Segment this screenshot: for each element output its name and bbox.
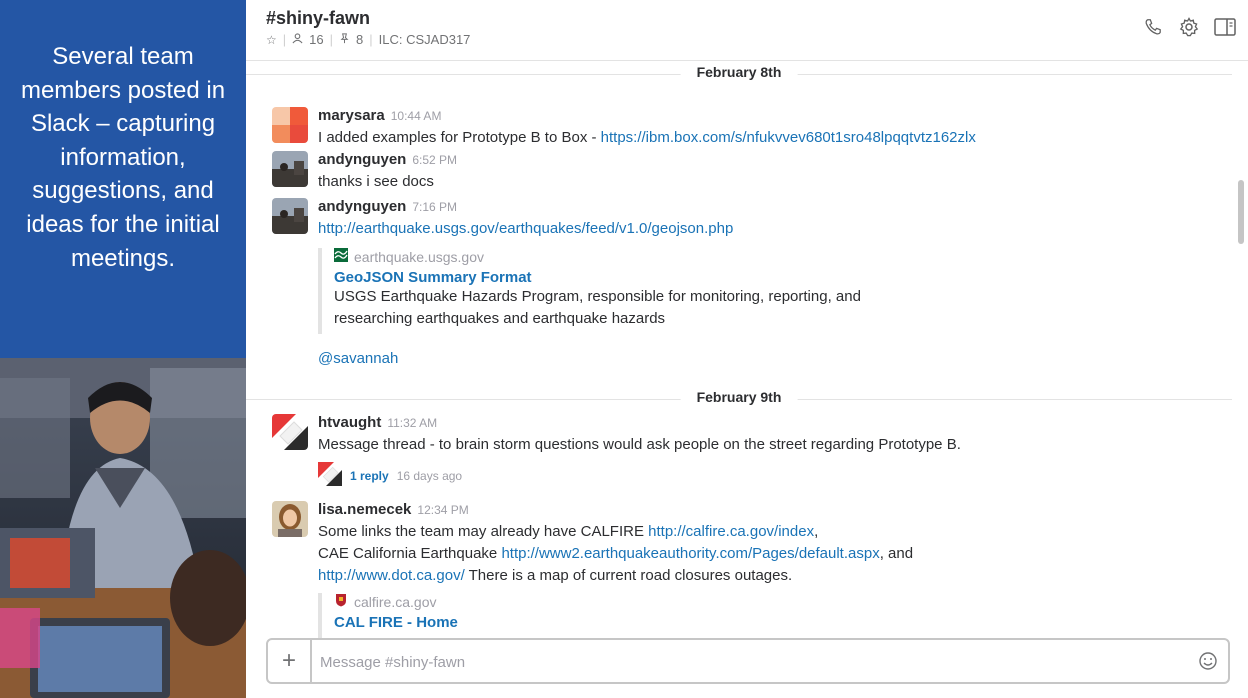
message-text: thanks i see docs xyxy=(318,173,434,190)
message-text: CAE California Earthquake xyxy=(318,545,502,562)
dot-link[interactable]: http://www.dot.ca.gov/ xyxy=(318,567,465,584)
preview-service: calfire.ca.gov xyxy=(354,593,437,610)
emoji-button[interactable] xyxy=(1198,651,1218,671)
avatar[interactable] xyxy=(272,414,308,450)
message-timestamp[interactable]: 6:52 PM xyxy=(412,153,457,167)
message: andynguyen 6:52 PM thanks i see docs xyxy=(272,151,1212,191)
day-divider: February 8th xyxy=(246,64,1232,84)
message: marysara 10:44 AM I added examples for Pr… xyxy=(272,107,1212,147)
member-icon[interactable] xyxy=(292,32,303,47)
message-author[interactable]: andynguyen xyxy=(318,151,406,168)
divider: | xyxy=(329,32,334,47)
message-text: Message thread - to brain storm question… xyxy=(318,436,961,453)
divider: | xyxy=(282,32,287,47)
gear-icon xyxy=(1179,17,1199,37)
message-author[interactable]: andynguyen xyxy=(318,198,406,215)
channel-meta: ☆ | 16 | 8 | ILC: CSJAD317 xyxy=(266,32,470,47)
message-timestamp[interactable]: 7:16 PM xyxy=(412,200,457,214)
message-text: There is a map of current road closures … xyxy=(464,567,793,584)
member-count[interactable]: 16 xyxy=(309,32,323,47)
preview-title[interactable]: CAL FIRE - Home xyxy=(334,614,458,631)
calfire-favicon-icon xyxy=(334,593,348,610)
usgs-favicon-icon xyxy=(334,248,348,265)
channel-topic[interactable]: ILC: CSJAD317 xyxy=(379,32,471,47)
avatar[interactable] xyxy=(272,501,308,537)
header-actions xyxy=(1142,16,1236,38)
pin-icon[interactable] xyxy=(339,32,350,47)
message-author[interactable]: htvaught xyxy=(318,414,381,431)
message-timestamp[interactable]: 10:44 AM xyxy=(391,109,442,123)
link-preview: calfire.ca.gov CAL FIRE - Home xyxy=(318,593,458,638)
message-list: February 8th marysara 10:44 AM I added ex… xyxy=(246,60,1236,638)
scroll-thumb[interactable] xyxy=(1238,180,1244,244)
message-input[interactable] xyxy=(318,649,1182,675)
avatar[interactable] xyxy=(272,107,308,143)
preview-title[interactable]: GeoJSON Summary Format xyxy=(334,269,861,286)
divider: | xyxy=(369,32,373,47)
slack-window: #shiny-fawn ☆ | 16 | 8 | ILC: CSJAD317 F… xyxy=(246,0,1248,698)
thread-replies[interactable]: 1 reply 16 days ago xyxy=(318,462,462,489)
caption-box: Several team members posted in Slack – c… xyxy=(0,0,246,358)
earthquake-authority-link[interactable]: http://www2.earthquakeauthority.com/Page… xyxy=(501,545,879,562)
details-pane-button[interactable] xyxy=(1214,16,1236,38)
attach-button[interactable]: + xyxy=(268,640,312,682)
presentation-side-panel: Several team members posted in Slack – c… xyxy=(0,0,246,698)
pinned-count[interactable]: 8 xyxy=(356,32,363,47)
team-photo xyxy=(0,358,246,698)
settings-button[interactable] xyxy=(1178,16,1200,38)
user-mention[interactable]: @savannah xyxy=(318,350,398,367)
channel-name[interactable]: #shiny-fawn xyxy=(266,8,370,29)
box-link[interactable]: https://ibm.box.com/s/nfukvvev680t1sro48… xyxy=(601,129,976,146)
reply-last-time: 16 days ago xyxy=(396,468,463,483)
call-button[interactable] xyxy=(1142,16,1164,38)
preview-description: researching earthquakes and earthquake h… xyxy=(334,310,666,327)
message-text: , and xyxy=(879,545,914,562)
message-text: Some links the team may already have CAL… xyxy=(318,523,649,540)
message: andynguyen 7:16 PM http://earthquake.usgs… xyxy=(272,198,1212,368)
message-composer: + xyxy=(266,638,1230,684)
reply-avatar xyxy=(318,462,342,489)
avatar[interactable] xyxy=(272,151,308,187)
phone-icon xyxy=(1145,19,1161,35)
preview-description: USGS Earthquake Hazards Program, respons… xyxy=(334,288,861,305)
avatar[interactable] xyxy=(272,198,308,234)
message-timestamp[interactable]: 11:32 AM xyxy=(387,416,437,430)
plus-icon: + xyxy=(281,647,296,674)
star-icon[interactable]: ☆ xyxy=(266,33,277,47)
day-divider: February 9th xyxy=(246,389,1232,409)
smiley-icon xyxy=(1199,652,1217,670)
message-author[interactable]: lisa.nemecek xyxy=(318,501,411,518)
message-text: I added examples for Prototype B to Box … xyxy=(318,129,601,146)
message: htvaught 11:32 AM Message thread - to bra… xyxy=(272,414,1212,494)
usgs-link[interactable]: http://earthquake.usgs.gov/earthquakes/f… xyxy=(318,220,733,237)
scrollbar[interactable] xyxy=(1238,62,1244,638)
day-label: February 9th xyxy=(680,389,798,405)
preview-service: earthquake.usgs.gov xyxy=(354,248,484,265)
message-author[interactable]: marysara xyxy=(318,107,385,124)
channel-header: #shiny-fawn ☆ | 16 | 8 | ILC: CSJAD317 xyxy=(246,0,1248,61)
calfire-link[interactable]: http://calfire.ca.gov/index xyxy=(648,523,814,540)
reply-count-link[interactable]: 1 reply xyxy=(350,469,389,483)
caption-text: Several team members posted in Slack – c… xyxy=(20,43,226,272)
sidebar-toggle-icon xyxy=(1214,18,1236,36)
link-preview: earthquake.usgs.gov GeoJSON Summary Form… xyxy=(318,248,861,334)
message-timestamp[interactable]: 12:34 PM xyxy=(417,503,468,517)
day-label: February 8th xyxy=(680,64,798,80)
message: lisa.nemecek 12:34 PM Some links the team… xyxy=(272,501,1212,638)
message-text: , xyxy=(814,523,819,540)
